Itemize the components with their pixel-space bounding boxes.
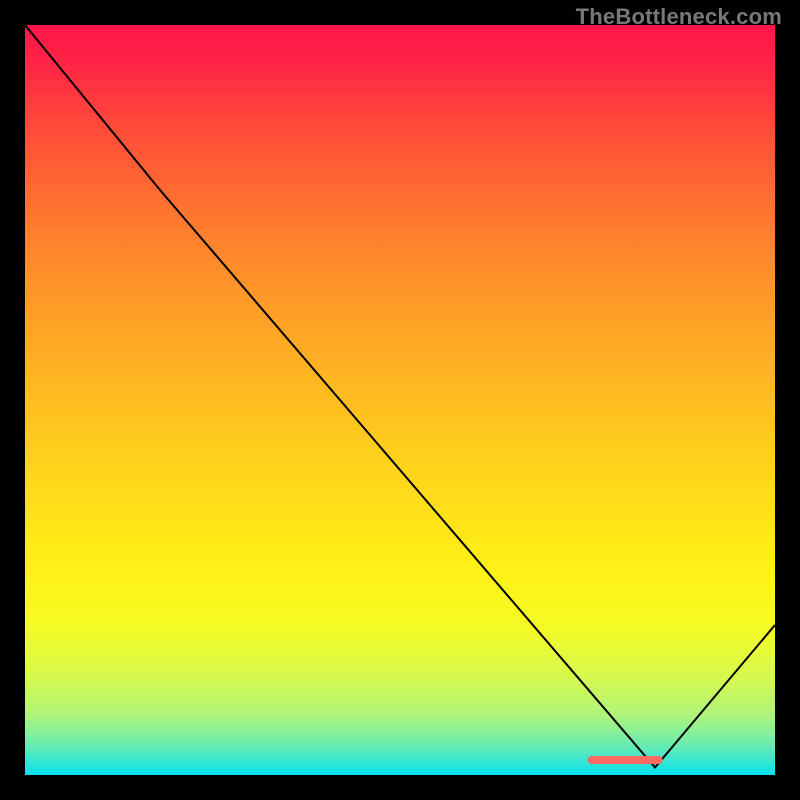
chart-minimum-marker: [588, 756, 663, 764]
chart-line: [25, 25, 775, 775]
chart-plot-area: [25, 25, 775, 775]
chart-line-path: [25, 25, 775, 768]
